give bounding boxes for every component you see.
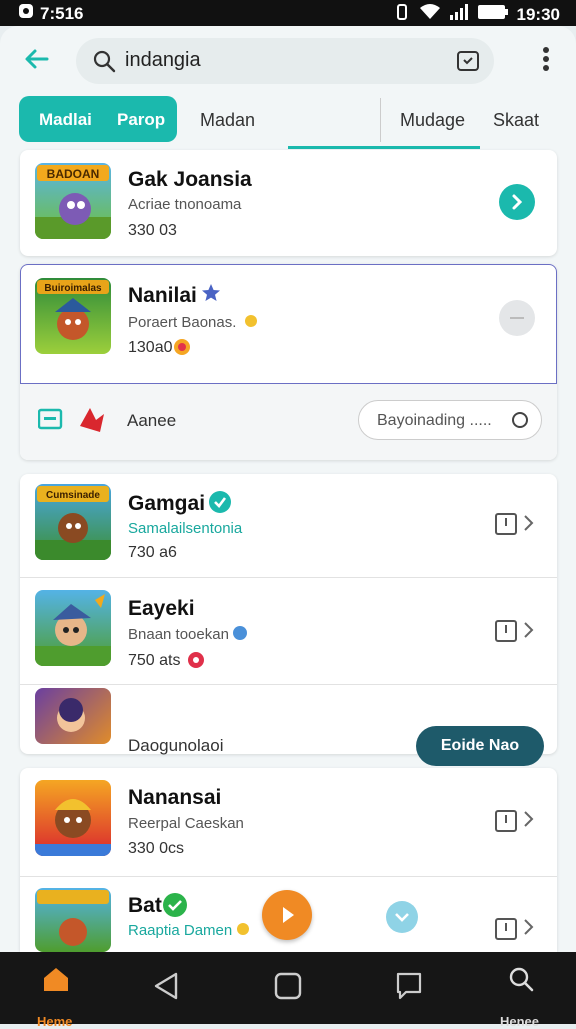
app-card-group: Cumsinade Gamgai Samalailsentonia 730 a6 (20, 474, 557, 766)
app-title: Nanilai (128, 284, 197, 307)
app-screen: indangia Madlai Parop Madan Mudage Skaat (0, 26, 576, 952)
app-subtitle: Acriae tnonoama (128, 196, 242, 213)
tab-madan[interactable]: Madan (200, 110, 255, 131)
app-title: Gak Joansia (128, 168, 252, 191)
star-icon (201, 283, 221, 308)
chevron-right-icon[interactable] (523, 918, 535, 941)
tab-indicator (288, 146, 480, 149)
back-triangle-icon[interactable] (154, 972, 178, 1005)
tab-active-label-1: Madlai (39, 110, 92, 129)
expanded-panel: Aanee Bayoinading ..... (20, 384, 557, 460)
status-time-left: 7:516 (40, 3, 84, 23)
app-thumbnail (35, 780, 111, 856)
tab-active[interactable]: Madlai Parop (19, 96, 177, 142)
tab-divider (380, 98, 381, 142)
verified-icon (208, 490, 232, 519)
expanded-label: Aanee (127, 411, 177, 430)
app-card[interactable]: BADOAN Gak Joansia Acriae tnonoama 330 0… (20, 150, 557, 256)
app-thumbnail (35, 590, 111, 666)
open-button[interactable] (499, 184, 535, 220)
app-count: 330 0cs (128, 840, 185, 857)
promo-button[interactable]: Eoide Nao (416, 726, 544, 766)
scan-icon[interactable] (456, 49, 480, 78)
nav-home-label: Heme (37, 1014, 73, 1029)
divider (20, 684, 557, 685)
install-icon[interactable] (495, 513, 517, 540)
loading-placeholder: Bayoinading ..... (377, 412, 492, 429)
search-bar[interactable]: indangia (76, 38, 494, 84)
more-options-button[interactable] (499, 300, 535, 336)
app-count: 330 03 (128, 222, 177, 239)
gift-icon[interactable] (76, 406, 108, 439)
sparkle-icon (234, 920, 252, 943)
search-icon (92, 49, 116, 78)
status-bar: 7:516 19:30 (0, 0, 576, 26)
chevron-right-icon[interactable] (523, 810, 535, 833)
more-menu-icon[interactable] (542, 46, 550, 77)
status-time-right: 19:30 (516, 4, 560, 24)
bottom-navigation: Heme Henee (0, 952, 576, 1029)
chevron-right-icon[interactable] (523, 621, 535, 644)
app-count: 750 ats (128, 652, 181, 669)
search-icon (508, 966, 534, 997)
app-card-group: Nanansai Reerpal Caeskan 330 0cs Bat Raa… (20, 768, 557, 952)
app-subtitle: Poraert Baonas. (128, 314, 237, 331)
play-button[interactable] (262, 890, 312, 940)
app-subtitle: Bnaan tooekan (128, 626, 229, 643)
expand-down-button[interactable] (386, 901, 418, 933)
app-count: 730 a6 (128, 544, 177, 561)
top-bar: indangia (0, 26, 576, 96)
tab-active-label-2: Parop (117, 110, 166, 129)
app-subtitle: Reerpal Caeskan (128, 815, 244, 832)
notification-icon (18, 3, 34, 24)
battery-icon (477, 3, 509, 26)
verified-small-icon (232, 625, 248, 646)
divider (20, 577, 557, 578)
signal-icon (449, 3, 469, 26)
divider (20, 876, 557, 877)
tab-skaat[interactable]: Skaat (493, 110, 539, 131)
app-title: Gamgai (128, 492, 206, 515)
vibrate-icon (393, 3, 411, 26)
nav-search-label: Henee (500, 1014, 540, 1029)
heart-icon (187, 651, 205, 674)
thumbnail-logo-text: BADOAN (47, 167, 100, 181)
verified-icon (162, 892, 188, 923)
loading-field[interactable]: Bayoinading ..... (358, 400, 542, 440)
chevron-right-icon[interactable] (523, 514, 535, 537)
list-icon[interactable] (37, 408, 64, 435)
app-title: Bat (128, 894, 162, 917)
reaction-icon (172, 337, 192, 362)
home-icon (42, 966, 70, 997)
app-title: Nanansai (128, 786, 222, 809)
app-thumbnail: Cumsinade (35, 484, 111, 560)
app-thumbnail (35, 888, 111, 952)
app-thumbnail: BADOAN (35, 163, 111, 239)
app-count: 130a0 (128, 339, 173, 356)
install-icon[interactable] (495, 918, 517, 945)
recents-icon[interactable] (396, 972, 422, 1005)
search-input[interactable]: indangia (125, 49, 201, 72)
app-thumbnail: Buiroimalas (35, 278, 111, 354)
sparkle-icon (242, 312, 260, 335)
back-arrow-icon[interactable] (22, 44, 52, 74)
promo-button-label: Eoide Nao (440, 737, 520, 754)
app-card-expanded[interactable]: Buiroimalas Nanilai Poraert Baonas. 130a… (20, 264, 557, 460)
home-square-icon[interactable] (274, 972, 302, 1005)
tab-bar: Madlai Parop Madan Mudage Skaat (0, 94, 576, 150)
app-title: Eayeki (128, 597, 195, 620)
install-icon[interactable] (495, 810, 517, 837)
app-subtitle: Samalailsentonia (128, 520, 243, 537)
wifi-icon (419, 3, 441, 26)
thumbnail-logo-text: Buiroimalas (44, 283, 102, 294)
tab-mudage[interactable]: Mudage (400, 110, 465, 131)
thumbnail-logo-text: Cumsinade (46, 490, 100, 501)
loading-spinner-icon (511, 411, 529, 434)
app-subtitle: Raaptia Damen (128, 922, 233, 939)
install-icon[interactable] (495, 620, 517, 647)
promo-thumbnail (35, 688, 111, 744)
promo-label: Daogunolaoi (128, 736, 224, 755)
